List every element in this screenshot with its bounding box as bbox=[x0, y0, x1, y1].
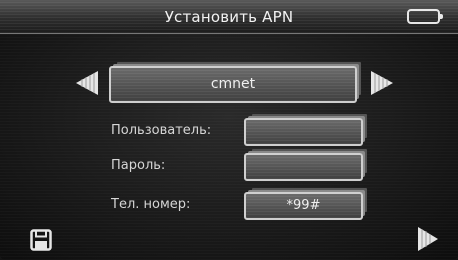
battery-icon bbox=[407, 9, 443, 24]
page-title: Установить APN bbox=[164, 8, 294, 26]
user-label: Пользователь: bbox=[111, 123, 212, 138]
phone-label: Тел. номер: bbox=[111, 197, 191, 212]
phone-value: *99# bbox=[286, 198, 321, 213]
apn-settings-screen: Установить APN cmnet Пользователь: Парол… bbox=[0, 0, 458, 260]
arrow-right-icon[interactable] bbox=[369, 70, 395, 96]
password-field[interactable] bbox=[244, 153, 363, 181]
apn-value: cmnet bbox=[210, 76, 256, 92]
title-bar: Установить APN bbox=[0, 0, 458, 34]
apn-selector[interactable]: cmnet bbox=[109, 66, 357, 103]
floppy-save-icon[interactable] bbox=[30, 229, 52, 251]
phone-field[interactable]: *99# bbox=[244, 192, 363, 220]
next-page-arrow-icon[interactable] bbox=[416, 226, 440, 252]
arrow-left-icon[interactable] bbox=[74, 70, 100, 96]
password-label: Пароль: bbox=[111, 158, 166, 173]
user-field[interactable] bbox=[244, 118, 363, 146]
